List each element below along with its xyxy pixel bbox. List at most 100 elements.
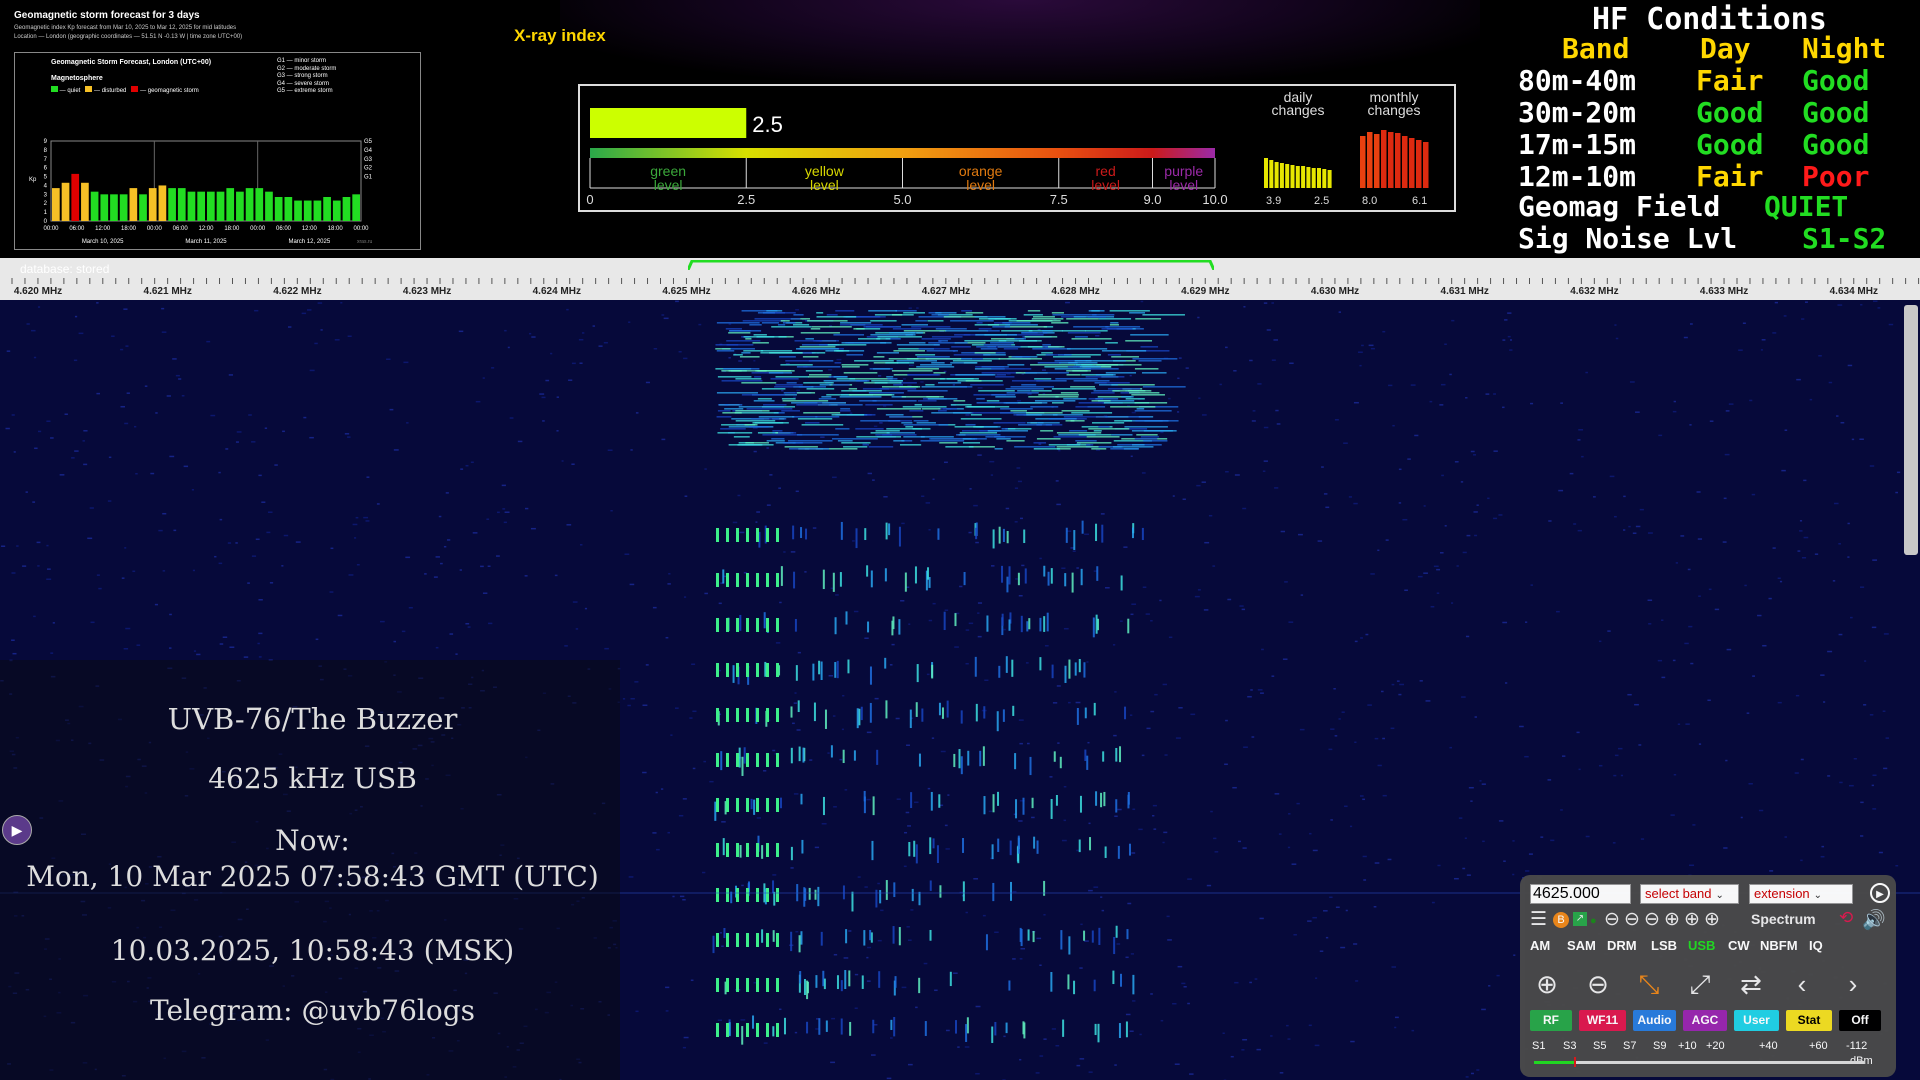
mode-button-usb[interactable]: USB (1688, 938, 1715, 953)
swap-icon[interactable]: ⇄ (1734, 967, 1768, 1001)
signal-pulse (1095, 614, 1098, 634)
zoom-in-small-icon[interactable]: ⊕ (1664, 908, 1680, 931)
noise-speck (1613, 774, 1617, 777)
signal-streak (1110, 448, 1140, 450)
expand-icon[interactable]: ⤢ (1683, 967, 1717, 1001)
noise-speck (1222, 1032, 1225, 1035)
mode-button-sam[interactable]: SAM (1567, 938, 1596, 953)
menu-icon[interactable]: ☰ (1530, 908, 1547, 931)
noise-speck (1358, 351, 1363, 353)
mode-button-lsb[interactable]: LSB (1651, 938, 1677, 953)
step-right-icon[interactable]: › (1836, 967, 1870, 1001)
mode-button-am[interactable]: AM (1530, 938, 1550, 953)
signal-streak (779, 356, 796, 358)
signal-pulse (739, 845, 742, 858)
signal-pulse (1089, 837, 1092, 851)
signal-streak (856, 436, 902, 438)
noise-speck (496, 555, 500, 557)
noise-speck (959, 585, 963, 588)
zoom-in-magnifier-icon[interactable]: ⊕ (1530, 967, 1564, 1001)
noise-speck (1150, 620, 1153, 622)
noise-speck (1003, 628, 1006, 631)
signal-pulse (799, 971, 802, 984)
mode-button-drm[interactable]: DRM (1607, 938, 1637, 953)
mode-button-cw[interactable]: CW (1728, 938, 1750, 953)
noise-speck (753, 450, 757, 453)
noise-speck (652, 606, 657, 609)
signal-marker (746, 1023, 749, 1037)
extension-select[interactable]: extension ⌄ (1749, 884, 1853, 904)
signal-streak (1041, 352, 1053, 354)
signal-streak (926, 350, 958, 352)
signal-streak (992, 326, 1011, 328)
zoom-out-magnifier-icon[interactable]: ⊖ (1581, 967, 1615, 1001)
noise-speck (665, 636, 669, 639)
noise-speck (1230, 1055, 1234, 1058)
zoom-out-small-icon[interactable]: ⊖ (1644, 908, 1660, 931)
signal-streak (918, 348, 950, 350)
tab-rf[interactable]: RF (1530, 1010, 1572, 1031)
passband-marker[interactable] (688, 260, 1214, 270)
band-select[interactable]: select band ⌄ (1640, 884, 1739, 904)
waterfall-scrollbar[interactable] (1904, 305, 1918, 555)
spectrum-button[interactable]: Spectrum (1751, 911, 1816, 927)
signal-pulse (998, 526, 1001, 544)
zoom-in-all-icon[interactable]: ⊕ (1704, 908, 1720, 931)
signal-streak (1063, 398, 1087, 400)
bookmark-icon[interactable]: B (1553, 912, 1569, 928)
noise-speck (1451, 602, 1454, 604)
noise-speck (50, 652, 54, 654)
noise-speck (628, 876, 634, 878)
tab-off[interactable]: Off (1839, 1010, 1881, 1031)
side-play-button[interactable]: ▶ (2, 815, 32, 845)
signal-streak (840, 408, 851, 410)
signal-streak (1048, 444, 1091, 446)
signal-pulse (998, 665, 1001, 678)
tab-agc[interactable]: AGC (1683, 1010, 1727, 1031)
signal-pulse (1050, 568, 1053, 584)
zoom-out-all-icon[interactable]: ⊖ (1604, 908, 1620, 931)
zoom-out-icon[interactable]: ⊖ (1624, 908, 1640, 931)
signal-streak (896, 344, 940, 346)
signal-streak (1132, 358, 1178, 360)
noise-speck (424, 573, 427, 575)
tab-user[interactable]: User (1734, 1010, 1779, 1031)
play-icon[interactable]: ▶ (1870, 883, 1890, 903)
noise-speck (1328, 748, 1333, 751)
signal-pulse (884, 568, 887, 582)
frequency-input[interactable] (1530, 884, 1631, 904)
tab-stat[interactable]: Stat (1786, 1010, 1832, 1031)
signal-streak (1093, 430, 1102, 432)
record-icon[interactable]: ⟲ (1839, 908, 1853, 928)
signal-pulse (1031, 797, 1034, 809)
signal-pulse (732, 665, 735, 683)
signal-pulse (773, 891, 776, 906)
noise-speck (1175, 737, 1181, 739)
speaker-icon[interactable]: 🔊 (1862, 908, 1886, 932)
noise-speck (1547, 779, 1552, 781)
step-left-icon[interactable]: ‹ (1785, 967, 1819, 1001)
noise-speck (1723, 497, 1727, 500)
hf-day-condition: Fair (1696, 160, 1764, 193)
noise-speck (604, 647, 609, 650)
tab-wf11[interactable]: WF11 (1579, 1010, 1626, 1031)
signal-streak (987, 430, 1028, 432)
noise-speck (1524, 755, 1529, 758)
noise-speck (1329, 896, 1333, 899)
xray-title: X-ray index (514, 26, 606, 45)
signal-streak (1099, 384, 1118, 386)
noise-speck (763, 1042, 768, 1044)
s-meter-label: S9 (1653, 1040, 1667, 1052)
signal-pulse (1001, 565, 1004, 583)
signal-streak (1098, 318, 1132, 320)
mode-button-iq[interactable]: IQ (1809, 938, 1823, 953)
share-icon[interactable]: ↗ (1573, 912, 1587, 926)
zoom-in-icon[interactable]: ⊕ (1684, 908, 1700, 931)
signal-marker (716, 843, 719, 857)
signal-streak (739, 356, 760, 358)
mode-button-nbfm[interactable]: NBFM (1760, 938, 1798, 953)
collapse-icon[interactable]: ⤡ (1632, 967, 1666, 1001)
signal-streak (962, 442, 981, 444)
tab-audio[interactable]: Audio (1633, 1010, 1676, 1031)
noise-speck (1465, 397, 1468, 399)
